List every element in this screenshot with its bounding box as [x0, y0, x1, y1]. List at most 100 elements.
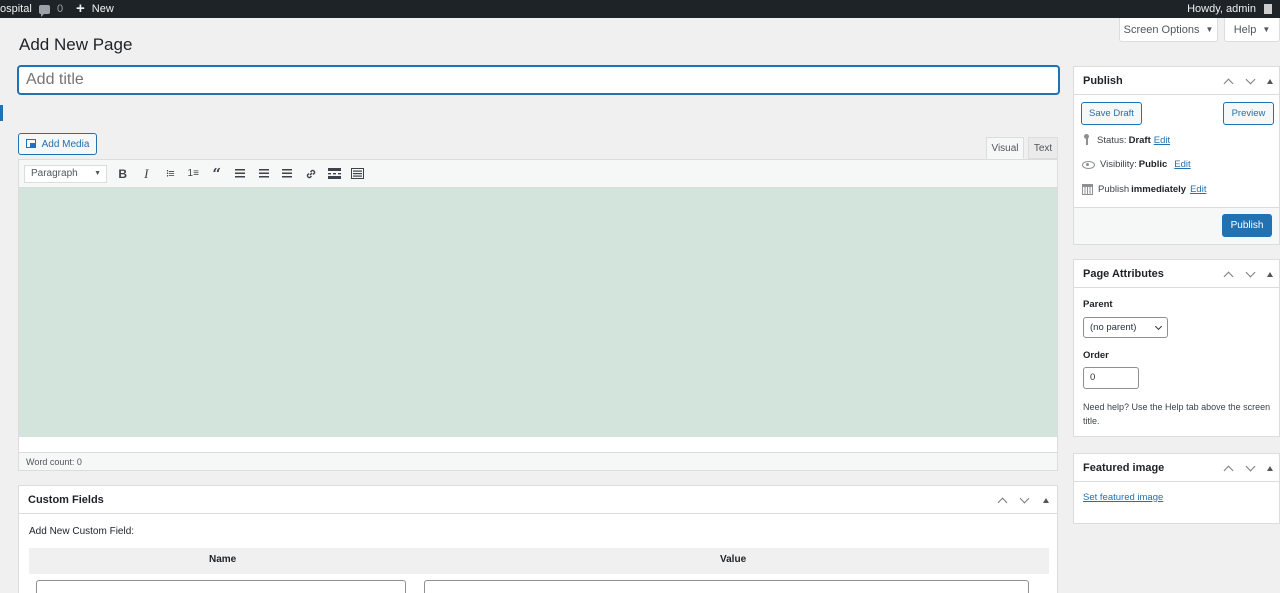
edit-status-link[interactable]: Edit	[1154, 135, 1170, 146]
align-left-icon[interactable]	[229, 164, 253, 184]
caret-down-icon: ▼	[1205, 25, 1214, 34]
preview-label: Preview	[1231, 108, 1266, 119]
blockquote-icon[interactable]: “	[205, 164, 229, 184]
new-content-link[interactable]: + New	[76, 0, 114, 18]
chevron-down-icon	[1245, 267, 1255, 277]
help-button[interactable]: Help ▼	[1224, 18, 1280, 42]
toggle-panel-button[interactable]	[1035, 486, 1057, 514]
caret-down-icon: ▼	[94, 170, 101, 177]
parent-select-value: (no parent)	[1090, 322, 1137, 333]
read-more-icon[interactable]	[323, 164, 347, 184]
editor-toolbar: Paragraph ▼ B I ⁝≡ 1≡ “	[19, 160, 1057, 188]
custom-field-name-input[interactable]	[36, 580, 406, 593]
comment-bubble-icon	[39, 4, 50, 17]
bold-icon[interactable]: B	[111, 164, 135, 184]
publish-date-label: Publish	[1098, 184, 1130, 195]
publish-date-value: immediately	[1131, 184, 1187, 195]
status-row: Status: Draft Edit	[1082, 134, 1170, 146]
format-select[interactable]: Paragraph ▼	[24, 164, 107, 183]
content-editor: Paragraph ▼ B I ⁝≡ 1≡ “ Word count: 0	[18, 159, 1058, 471]
publish-title: Publish	[1083, 74, 1123, 87]
account-menu[interactable]: Howdy, admin	[1187, 0, 1272, 18]
comments-link[interactable]: 0	[39, 0, 63, 18]
triangle-up-icon	[1267, 78, 1273, 84]
title-input[interactable]	[18, 66, 1059, 94]
admin-menu-edge	[0, 105, 3, 121]
comments-count: 0	[57, 3, 64, 15]
parent-label: Parent	[1083, 299, 1113, 310]
parent-select[interactable]: (no parent)	[1083, 317, 1168, 338]
plus-icon: +	[76, 0, 85, 17]
chevron-up-icon	[1223, 78, 1233, 88]
triangle-up-icon	[1043, 497, 1049, 503]
move-up-button[interactable]	[1217, 260, 1239, 288]
move-down-button[interactable]	[1013, 486, 1035, 514]
featured-image-title: Featured image	[1083, 461, 1165, 474]
publish-box: Publish Save Draft Preview Status: Draft…	[1073, 66, 1280, 245]
link-icon[interactable]	[299, 164, 323, 184]
add-custom-field-label: Add New Custom Field:	[29, 526, 135, 537]
tab-visual[interactable]: Visual	[986, 137, 1024, 159]
custom-fields-title: Custom Fields	[28, 493, 104, 506]
align-right-icon[interactable]	[276, 164, 300, 184]
add-media-label: Add Media	[41, 138, 90, 150]
tab-text[interactable]: Text	[1028, 137, 1058, 159]
triangle-up-icon	[1267, 465, 1273, 471]
admin-bar: ospital 0 + New Howdy, admin	[0, 0, 1280, 18]
toggle-panel-button[interactable]	[1261, 260, 1279, 288]
media-icon	[25, 139, 37, 149]
bulleted-list-icon[interactable]: ⁝≡	[158, 164, 182, 184]
publish-actions: Publish	[1074, 207, 1279, 244]
screen-options-button[interactable]: Screen Options ▼	[1119, 18, 1218, 42]
column-value: Value	[720, 554, 747, 565]
align-center-icon[interactable]	[252, 164, 276, 184]
preview-button[interactable]: Preview	[1223, 102, 1274, 125]
move-up-button[interactable]	[1217, 454, 1239, 482]
publish-header: Publish	[1074, 67, 1279, 95]
howdy-label: Howdy, admin	[1187, 3, 1256, 15]
custom-field-value-input[interactable]	[424, 580, 1029, 593]
visibility-value: Public	[1138, 159, 1168, 170]
calendar-icon	[1082, 184, 1093, 195]
publish-button-label: Publish	[1230, 220, 1264, 231]
visibility-row: Visibility: Public Edit	[1082, 159, 1191, 170]
set-featured-image-link[interactable]: Set featured image	[1083, 492, 1163, 503]
toggle-panel-button[interactable]	[1261, 67, 1279, 95]
page-title: Add New Page	[19, 35, 133, 54]
triangle-up-icon	[1267, 271, 1273, 277]
custom-fields-table-header: Name Value	[29, 548, 1049, 574]
order-input[interactable]: 0	[1083, 367, 1139, 389]
page-attributes-header: Page Attributes	[1074, 260, 1279, 288]
save-draft-button[interactable]: Save Draft	[1081, 102, 1142, 125]
edit-date-link[interactable]: Edit	[1190, 184, 1206, 195]
italic-icon[interactable]: I	[135, 164, 159, 184]
site-name-link[interactable]: ospital	[0, 0, 32, 18]
visibility-label: Visibility:	[1100, 159, 1137, 170]
site-name-label: ospital	[0, 3, 32, 15]
publish-button[interactable]: Publish	[1222, 214, 1272, 237]
chevron-up-icon	[1223, 271, 1233, 281]
new-label: New	[91, 3, 114, 15]
word-count: Word count: 0	[26, 457, 82, 467]
toolbar-toggle-icon[interactable]	[346, 164, 370, 184]
page-attributes-title: Page Attributes	[1083, 267, 1164, 280]
move-down-button[interactable]	[1239, 454, 1261, 482]
toggle-panel-button[interactable]	[1261, 454, 1279, 482]
chevron-up-icon	[997, 497, 1007, 507]
add-media-button[interactable]: Add Media	[18, 133, 97, 155]
screen-options-label: Screen Options	[1123, 23, 1200, 36]
avatar	[1264, 4, 1272, 14]
column-name: Name	[209, 554, 237, 565]
help-label: Help	[1233, 23, 1257, 36]
move-up-button[interactable]	[991, 486, 1013, 514]
chevron-up-icon	[1223, 465, 1233, 475]
edit-visibility-link[interactable]: Edit	[1174, 159, 1190, 170]
move-down-button[interactable]	[1239, 67, 1261, 95]
editor-canvas[interactable]	[19, 188, 1057, 437]
move-down-button[interactable]	[1239, 260, 1261, 288]
page-attributes-box: Page Attributes Parent (no parent) Order…	[1073, 259, 1280, 437]
numbered-list-icon[interactable]: 1≡	[182, 164, 206, 184]
format-select-value: Paragraph	[31, 168, 78, 179]
custom-fields-header: Custom Fields	[19, 486, 1057, 514]
move-up-button[interactable]	[1217, 67, 1239, 95]
